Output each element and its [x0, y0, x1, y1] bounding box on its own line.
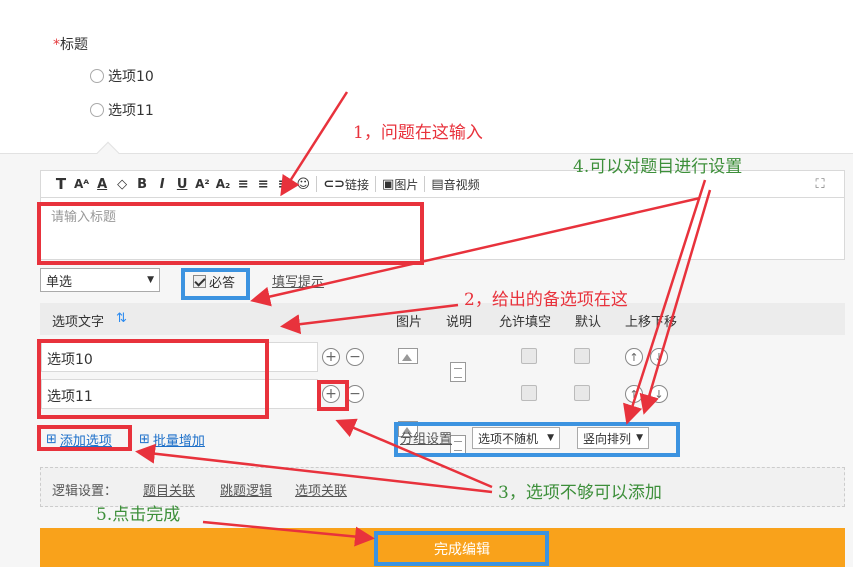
question-type-select[interactable]: 单选 ▼	[40, 268, 160, 292]
annotation-box-add	[317, 380, 349, 411]
italic-icon[interactable]: I	[152, 172, 172, 196]
header-default: 默认	[575, 315, 602, 330]
preview-option-label: 选项11	[108, 103, 154, 119]
question-type-value: 单选	[46, 274, 73, 290]
video-label: 音视频	[443, 177, 480, 192]
batch-add-label[interactable]: 批量增加	[153, 430, 205, 449]
annotation-5: 5.点击完成	[96, 505, 181, 525]
align-center-icon[interactable]: ≡	[253, 172, 273, 196]
underline-icon[interactable]: U	[172, 172, 192, 196]
image-icon: ▣	[382, 176, 395, 192]
default-checkbox[interactable]	[574, 385, 590, 401]
link-icon: ⊂⊃	[323, 176, 346, 192]
header-option-text: 选项文字	[52, 315, 105, 330]
option-image-icon[interactable]	[398, 348, 418, 364]
align-left-icon[interactable]: ≡	[233, 172, 253, 196]
annotation-4: 4.可以对题目进行设置	[573, 157, 743, 177]
align-right-icon[interactable]: ≡	[273, 172, 293, 196]
header-allow-fill: 允许填空	[499, 315, 552, 330]
sort-icon[interactable]: ⇅	[116, 311, 127, 326]
move-up-icon[interactable]: ↑	[625, 348, 643, 366]
font-color-icon[interactable]: A	[92, 172, 112, 196]
annotation-3: 3，选项不够可以添加	[498, 483, 662, 503]
move-down-icon[interactable]: ↓	[650, 348, 668, 366]
allow-fill-checkbox[interactable]	[521, 348, 537, 364]
annotation-2: 2，给出的备选项在这	[464, 290, 628, 310]
image-label: 图片	[394, 177, 419, 192]
required-star: *	[53, 37, 60, 53]
chevron-down-icon: ▼	[147, 275, 154, 285]
annotation-box-settings	[394, 422, 680, 457]
link-button[interactable]: ⊂⊃ 链接	[320, 172, 372, 196]
question-title-text: 标题	[60, 37, 88, 53]
options-table-header: 选项文字 ⇅ 图片 说明 允许填空 默认 上移下移	[40, 303, 845, 335]
fullscreen-icon[interactable]: ⛶	[810, 172, 830, 196]
toolbar-divider	[375, 176, 377, 192]
font-style-icon[interactable]: Aᴬ	[71, 172, 92, 196]
remove-option-icon[interactable]: −	[346, 348, 364, 366]
video-button[interactable]: ▤ 音视频	[428, 172, 482, 196]
question-link[interactable]: 题目关联	[143, 480, 195, 499]
annotation-box-done	[374, 531, 549, 566]
superscript-icon[interactable]: A²	[192, 172, 213, 196]
subscript-icon[interactable]: A₂	[213, 172, 234, 196]
default-checkbox[interactable]	[574, 348, 590, 364]
move-down-icon[interactable]: ↓	[650, 385, 668, 403]
batch-icon: ⊞	[139, 432, 150, 447]
background-color-icon[interactable]: ◇	[112, 172, 132, 196]
video-icon: ▤	[431, 176, 444, 192]
annotation-box-add-option	[37, 425, 132, 451]
annotation-box-options	[37, 339, 269, 419]
batch-add-button[interactable]: ⊞ 批量增加	[139, 430, 205, 449]
toolbar-divider	[424, 176, 426, 192]
radio-icon[interactable]	[90, 103, 104, 117]
annotation-box-title	[37, 202, 424, 265]
link-label: 链接	[345, 177, 370, 192]
option-link[interactable]: 选项关联	[295, 480, 347, 499]
header-move: 上移下移	[625, 315, 678, 330]
hint-link-text[interactable]: 填写提示	[272, 275, 324, 290]
logic-label: 逻辑设置：	[52, 484, 118, 499]
jump-logic-link[interactable]: 跳题逻辑	[220, 480, 272, 499]
header-image: 图片	[396, 315, 423, 330]
allow-fill-checkbox[interactable]	[521, 385, 537, 401]
hint-link[interactable]: 填写提示	[272, 271, 324, 290]
bold-icon[interactable]: B	[132, 172, 152, 196]
add-option-icon[interactable]: +	[322, 348, 340, 366]
toolbar-divider	[316, 176, 318, 192]
radio-icon[interactable]	[90, 69, 104, 83]
question-title: *标题	[53, 34, 88, 54]
preview-option-label: 选项10	[108, 69, 154, 85]
move-up-icon[interactable]: ↑	[625, 385, 643, 403]
annotation-1: 1，问题在这输入	[353, 123, 483, 143]
header-description: 说明	[446, 315, 473, 330]
emoji-icon[interactable]: ☺	[293, 172, 313, 196]
font-size-icon[interactable]: T	[51, 172, 71, 196]
preview-option[interactable]: 选项10	[90, 66, 154, 86]
image-button[interactable]: ▣ 图片	[379, 172, 421, 196]
preview-option[interactable]: 选项11	[90, 100, 154, 120]
annotation-box-required	[181, 268, 250, 300]
option-description-icon[interactable]	[450, 362, 466, 382]
